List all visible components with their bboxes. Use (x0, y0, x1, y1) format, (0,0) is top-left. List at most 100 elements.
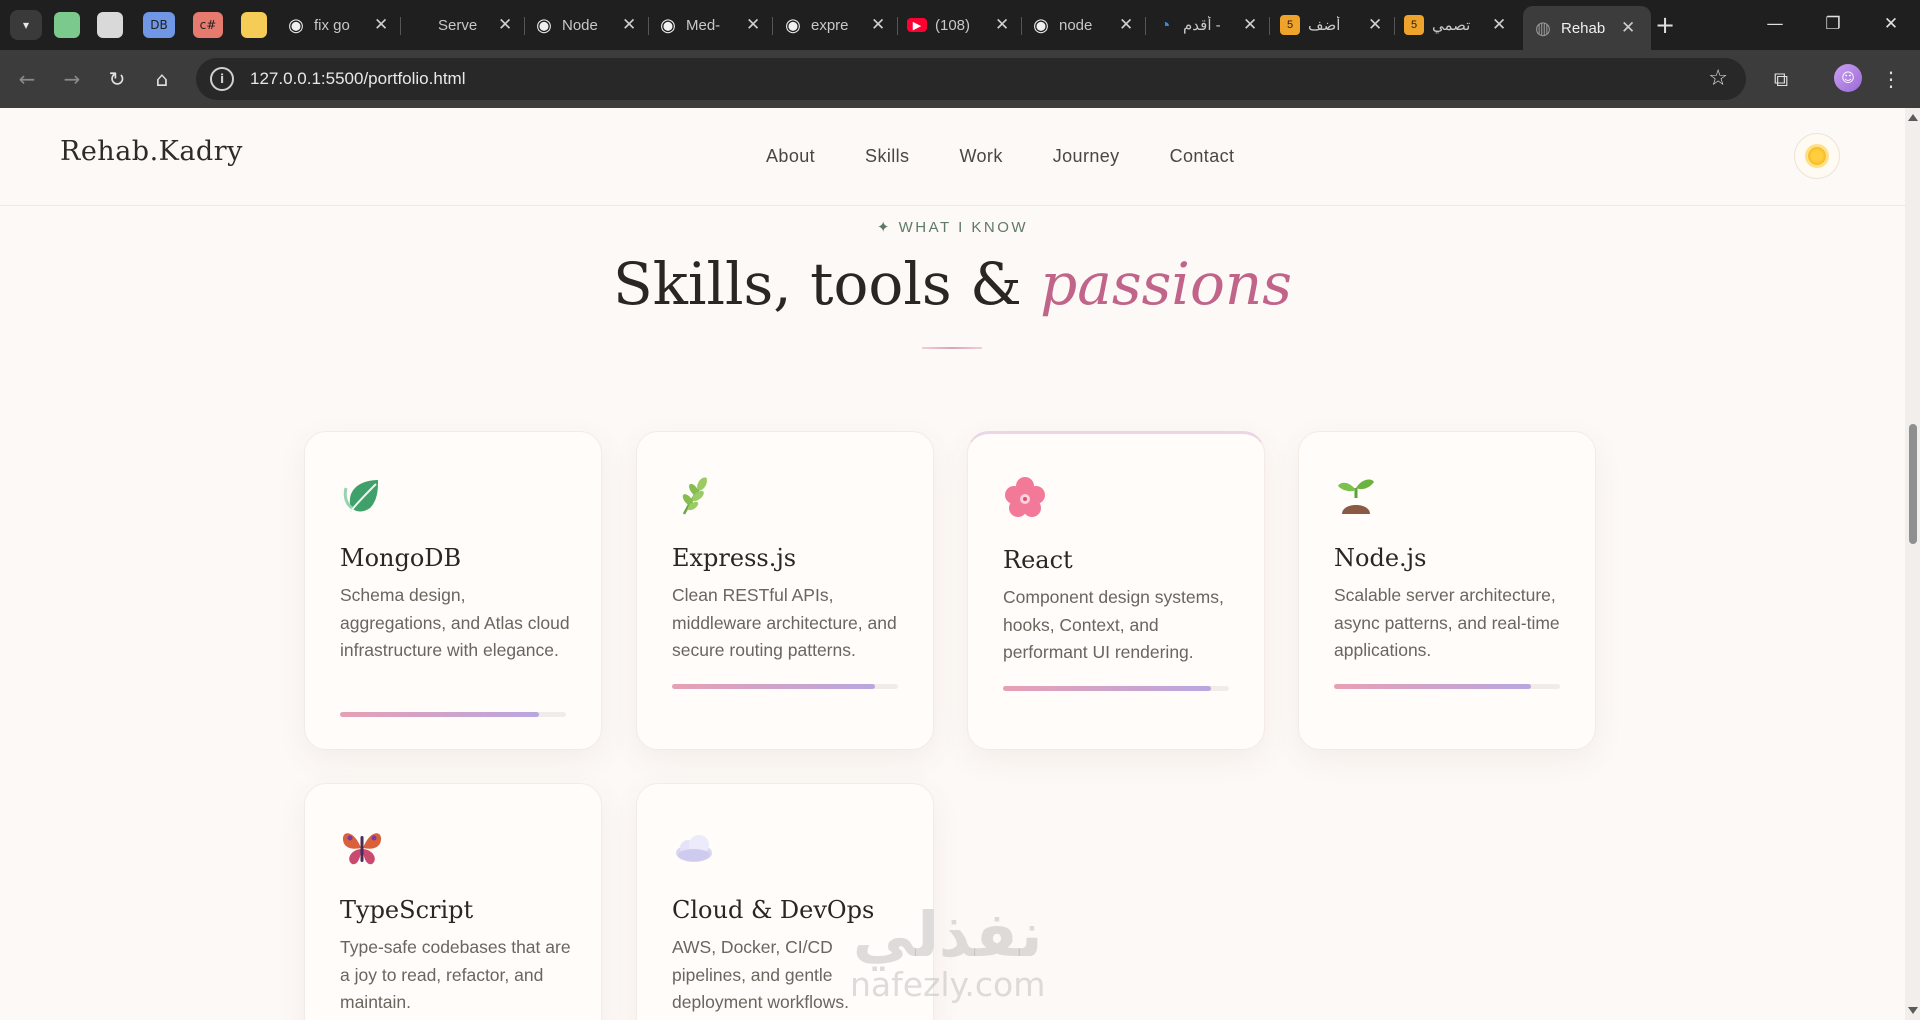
browser-tab[interactable]: ◉ node ✕ (1021, 8, 1146, 42)
address-bar[interactable]: i 127.0.0.1:5500/portfolio.html ☆ (196, 58, 1746, 100)
skill-description: Type-safe codebases that are a joy to re… (340, 937, 571, 1012)
page-viewport: Rehab.Kadry About Skills Work Journey Co… (0, 108, 1905, 1020)
nav-link-contact[interactable]: Contact (1170, 146, 1235, 167)
tab-title: Node (562, 16, 598, 34)
skill-description: Scalable server architecture, async patt… (1334, 585, 1560, 660)
browser-tab[interactable]: ◉ Node ✕ (524, 8, 649, 42)
nav-link-about[interactable]: About (766, 146, 815, 167)
tab-close-icon[interactable]: ✕ (374, 15, 388, 35)
url-text[interactable]: 127.0.0.1:5500/portfolio.html (250, 69, 465, 89)
scroll-up-arrow-icon[interactable] (1908, 114, 1918, 121)
menu-kebab-icon[interactable]: ⋮ (1876, 64, 1906, 94)
tab-title: expre (811, 16, 849, 34)
scroll-down-arrow-icon[interactable] (1908, 1007, 1918, 1014)
tab-close-icon[interactable]: ✕ (622, 15, 636, 35)
skill-level-fill (340, 712, 539, 717)
nav-link-work[interactable]: Work (959, 146, 1002, 167)
sun-icon (1808, 147, 1826, 165)
browser-tab-strip: ▾ DB c# ◉ fix go ✕ ◐ Serve ✕ ◉ Node ✕ ◉ Med- ✕ ◉ expr… (0, 0, 1920, 50)
herb-icon (672, 474, 716, 518)
tab-close-icon[interactable]: ✕ (995, 15, 1009, 35)
sprout-icon (1334, 474, 1378, 518)
nav-link-journey[interactable]: Journey (1053, 146, 1120, 167)
pinned-tab-5[interactable] (241, 12, 267, 38)
browser-tab[interactable]: ◉ expre ✕ (773, 8, 898, 42)
pinned-tab-1[interactable] (54, 12, 80, 38)
nav-link-skills[interactable]: Skills (865, 146, 909, 167)
skill-card: TypeScript Type-safe codebases that are a… (304, 783, 602, 1020)
browser-tab[interactable]: ◍ Rehab ✕ (1523, 6, 1651, 50)
tab-title: Rehab (1561, 19, 1606, 37)
github-icon: ◉ (785, 14, 801, 35)
home-icon[interactable]: ⌂ (147, 64, 177, 94)
close-window-button[interactable]: ✕ (1868, 6, 1914, 42)
browser-tab[interactable]: 5 تصمي ✕ (1394, 8, 1518, 42)
extensions-puzzle-icon[interactable]: ⧉ (1766, 64, 1796, 94)
new-tab-button[interactable]: + (1650, 10, 1680, 40)
tab-close-icon[interactable]: ✕ (871, 15, 885, 35)
skill-name: Cloud & DevOps (672, 896, 875, 924)
github-icon: ◉ (288, 14, 304, 35)
browser-tab[interactable]: ◉ fix go ✕ (276, 8, 401, 42)
skill-card: React Component design systems, hooks, Co… (967, 431, 1265, 750)
restore-button[interactable]: ❐ (1810, 6, 1856, 42)
theme-toggle-button[interactable] (1794, 133, 1840, 179)
section-title-accent: passions (1040, 250, 1292, 318)
site-logo[interactable]: Rehab.Kadry (60, 136, 243, 167)
watermark: نفذلي nafezly.com (850, 898, 1045, 1004)
section-eyebrow: ✦ WHAT I KNOW (876, 219, 1029, 236)
github-icon: ◉ (1033, 14, 1049, 35)
reload-icon[interactable]: ↻ (102, 64, 132, 94)
globe-icon: ◍ (1535, 17, 1551, 38)
browser-tab[interactable]: ◐ Serve ✕ (400, 8, 525, 42)
skill-level-bar (1003, 686, 1229, 691)
skill-name: React (1003, 546, 1073, 574)
page-scrollbar[interactable] (1905, 108, 1920, 1020)
forward-arrow-icon[interactable]: → (57, 64, 87, 94)
tab-close-icon[interactable]: ✕ (498, 15, 512, 35)
skill-level-fill (1334, 684, 1531, 689)
tab-close-icon[interactable]: ✕ (1368, 15, 1382, 35)
plus-icon: + (1654, 11, 1676, 39)
tab-title: Serve (438, 16, 478, 34)
tab-close-icon[interactable]: ✕ (1621, 18, 1635, 38)
tab-close-icon[interactable]: ✕ (1243, 15, 1257, 35)
tab-close-icon[interactable]: ✕ (1119, 15, 1133, 35)
skill-name: MongoDB (340, 544, 462, 572)
pinned-tab-4[interactable]: c# (193, 12, 223, 38)
github-icon: ◉ (660, 14, 676, 35)
minimize-button[interactable]: — (1752, 6, 1798, 42)
back-arrow-icon[interactable]: ← (12, 64, 42, 94)
main-nav: About Skills Work Journey Contact (766, 146, 1234, 167)
pinned-tab-label: c# (199, 18, 217, 32)
tab-title: أضف (1308, 17, 1341, 34)
section-title: Skills, tools & passions (0, 250, 1905, 318)
pinned-tab-label: DB (150, 18, 168, 32)
tab-title: تصمي (1432, 17, 1471, 34)
skill-name: TypeScript (340, 896, 474, 924)
scroll-thumb[interactable] (1909, 424, 1917, 544)
pinned-tab-2[interactable] (97, 12, 123, 38)
browser-tab[interactable]: ◉ Med- ✕ (648, 8, 773, 42)
section-title-main: Skills, tools & (613, 250, 1041, 318)
site-info-icon[interactable]: i (210, 67, 234, 91)
title-divider (922, 347, 982, 349)
watermark-arabic: نفذلي (852, 898, 1043, 971)
tab-title: Med- (686, 16, 721, 34)
tab-close-icon[interactable]: ✕ (746, 15, 760, 35)
skill-card: MongoDB Schema design, aggregations, and … (304, 431, 602, 750)
bookmark-star-icon[interactable]: ☆ (1708, 66, 1728, 91)
github-icon: ◉ (536, 14, 552, 35)
browser-tab[interactable]: ▶ (108) ✕ (897, 8, 1022, 42)
tab-search-chevron-icon[interactable]: ▾ (10, 10, 42, 40)
leaf-icon (340, 474, 384, 518)
browser-tab[interactable]: ◔ أقدم - ✕ (1145, 8, 1270, 42)
profile-avatar[interactable]: ☺ (1834, 64, 1862, 92)
youtube-icon: ▶ (907, 18, 927, 32)
browser-tab[interactable]: 5 أضف ✕ (1270, 8, 1395, 42)
watermark-latin: nafezly.com (850, 965, 1046, 1004)
server-icon: ◐ (414, 14, 426, 35)
flower-icon (1003, 476, 1047, 520)
tab-close-icon[interactable]: ✕ (1492, 15, 1506, 35)
pinned-tab-3[interactable]: DB (143, 12, 175, 38)
